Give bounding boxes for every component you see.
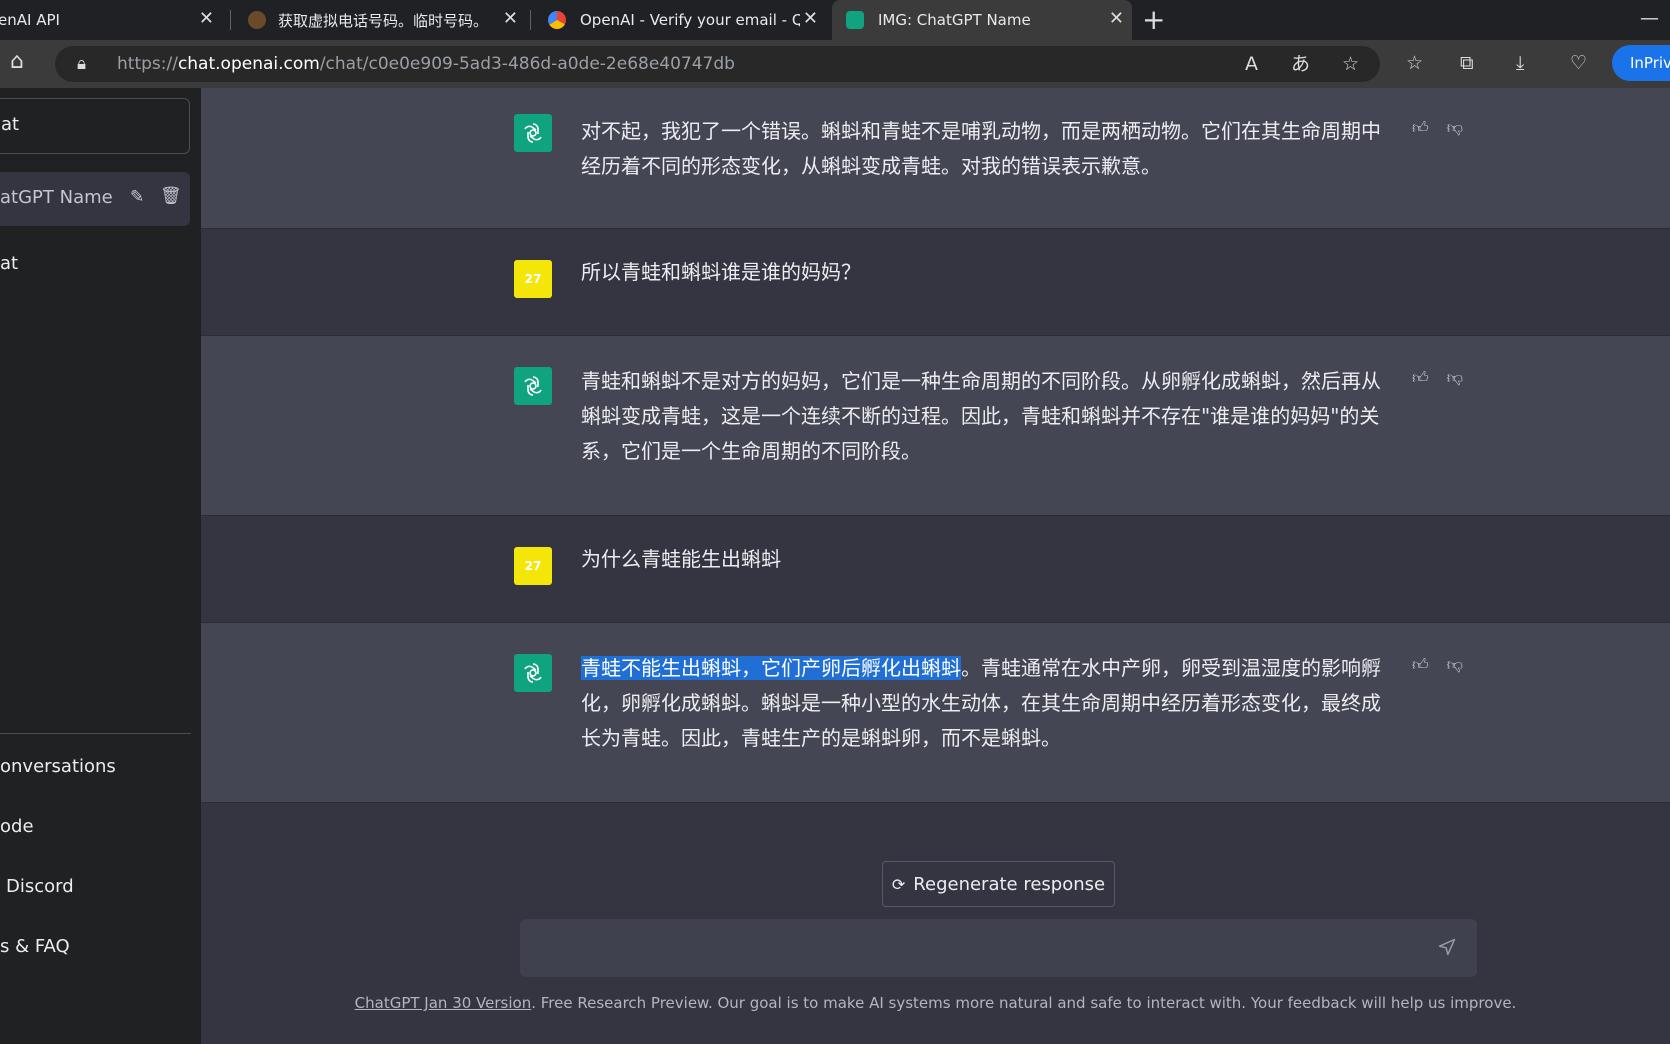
discord-link[interactable]: Discord bbox=[6, 876, 74, 897]
feedback-buttons: 👍︎ 👎︎ bbox=[1412, 368, 1463, 388]
updates-faq-link[interactable]: s & FAQ bbox=[0, 936, 70, 957]
new-chat-button[interactable]: at bbox=[0, 98, 190, 154]
dark-mode-link[interactable]: ode bbox=[0, 816, 34, 837]
chat-title: atGPT Name bbox=[0, 187, 113, 208]
user-message: 27 为什么青蛙能生出蝌蚪 bbox=[201, 516, 1670, 623]
thumbs-up-icon[interactable]: 👍︎ bbox=[1412, 655, 1429, 675]
tab-qq-mail[interactable]: OpenAI - Verify your email - QQ ✕ bbox=[536, 0, 826, 40]
site-favicon-icon bbox=[248, 11, 266, 29]
close-tab-icon[interactable]: ✕ bbox=[1109, 10, 1124, 28]
chatgpt-avatar-icon bbox=[514, 654, 552, 692]
thumbs-down-icon[interactable]: 👎︎ bbox=[1447, 118, 1463, 138]
footer-text: . Free Research Preview. Our goal is to … bbox=[531, 994, 1517, 1012]
refresh-icon: ⟳ bbox=[891, 874, 906, 894]
message-text: 所以青蛙和蝌蚪谁是谁的妈妈？ bbox=[581, 260, 861, 284]
message-input-box bbox=[520, 919, 1477, 977]
chatgpt-avatar-icon bbox=[514, 114, 552, 152]
read-aloud-icon[interactable]: A bbox=[1245, 54, 1258, 74]
url-path: /chat/c0e0e909-5ad3-486d-a0de-2e68e40747… bbox=[319, 54, 735, 74]
regenerate-response-button[interactable]: ⟳ Regenerate response bbox=[882, 861, 1115, 907]
tab-virtual-phone[interactable]: 获取虚拟电话号码。临时号码。 ✕ bbox=[236, 0, 526, 40]
new-chat-label: at bbox=[1, 114, 20, 135]
edit-pencil-icon[interactable]: ✎ bbox=[130, 187, 144, 207]
conversation-area: 对不起，我犯了一个错误。蝌蚪和青蛙不是哺乳动物，而是两栖动物。它们在其生命周期中… bbox=[201, 88, 1670, 1044]
url-prefix: https:// bbox=[117, 54, 178, 74]
message-text: 青蛙和蝌蚪不是对方的妈妈，它们是一种生命周期的不同阶段。从卵孵化成蝌蚪，然后再从… bbox=[581, 369, 1381, 463]
inprivate-badge[interactable]: InPrivate bbox=[1612, 45, 1670, 81]
tab-separator bbox=[230, 10, 231, 30]
chatgpt-avatar-icon bbox=[514, 367, 552, 405]
browser-essentials-icon[interactable]: ♡ bbox=[1570, 53, 1587, 73]
tab-chatgpt-name[interactable]: IMG: ChatGPT Name ✕ bbox=[832, 0, 1132, 40]
message-text: 对不起，我犯了一个错误。蝌蚪和青蛙不是哺乳动物，而是两栖动物。它们在其生命周期中… bbox=[581, 119, 1381, 178]
tab-title: enAI API bbox=[0, 11, 60, 29]
close-tab-icon[interactable]: ✕ bbox=[803, 10, 818, 28]
feedback-buttons: 👍︎ 👎︎ bbox=[1412, 655, 1463, 675]
footer-disclaimer: ChatGPT Jan 30 Version. Free Research Pr… bbox=[201, 994, 1670, 1012]
sidebar-divider bbox=[0, 733, 191, 734]
assistant-message: 对不起，我犯了一个错误。蝌蚪和青蛙不是哺乳动物，而是两栖动物。它们在其生命周期中… bbox=[201, 88, 1670, 229]
selected-text: 青蛙不能生出蝌蚪，它们产卵后孵化出蝌蚪 bbox=[581, 656, 961, 680]
trash-icon[interactable]: 🗑︎ bbox=[160, 186, 182, 206]
lock-icon[interactable]: 🔒︎ bbox=[77, 54, 86, 74]
thumbs-down-icon[interactable]: 👎︎ bbox=[1447, 655, 1463, 675]
send-icon[interactable] bbox=[1437, 937, 1457, 961]
downloads-icon[interactable]: ⤓ bbox=[1516, 53, 1524, 73]
new-tab-button[interactable]: + bbox=[1142, 6, 1165, 34]
message-text: 青蛙不能生出蝌蚪，它们产卵后孵化出蝌蚪。青蛙通常在水中产卵，卵受到温湿度的影响孵… bbox=[581, 651, 1387, 756]
tab-title: 获取虚拟电话号码。临时号码。 bbox=[278, 11, 488, 30]
url-host: chat.openai.com bbox=[177, 54, 320, 74]
feedback-buttons: 👍︎ 👎︎ bbox=[1412, 118, 1463, 138]
address-bar-row: ⌂ 🔒︎ https://chat.openai.com/chat/c0e0e9… bbox=[0, 40, 1670, 88]
message-input[interactable] bbox=[536, 933, 1420, 965]
tab-separator bbox=[530, 10, 531, 30]
tab-title: OpenAI - Verify your email - QQ bbox=[580, 11, 800, 29]
close-tab-icon[interactable]: ✕ bbox=[503, 10, 518, 28]
collections-icon[interactable]: ⧉ bbox=[1460, 53, 1474, 73]
assistant-message: 青蛙不能生出蝌蚪，它们产卵后孵化出蝌蚪。青蛙通常在水中产卵，卵受到温湿度的影响孵… bbox=[201, 623, 1670, 803]
clear-conversations-link[interactable]: onversations bbox=[0, 756, 116, 777]
sidebar: at atGPT Name ✎ 🗑︎ at onversations ode D… bbox=[0, 88, 201, 1044]
translate-icon[interactable]: あ bbox=[1291, 54, 1310, 74]
browser-tab-bar: enAI API ✕ 获取虚拟电话号码。临时号码。 ✕ OpenAI - Ver… bbox=[0, 0, 1670, 40]
qq-mail-favicon-icon bbox=[548, 11, 566, 29]
thumbs-up-icon[interactable]: 👍︎ bbox=[1412, 118, 1429, 138]
url-field[interactable]: 🔒︎ https://chat.openai.com/chat/c0e0e909… bbox=[55, 46, 1380, 82]
tab-openai-api[interactable]: enAI API ✕ bbox=[0, 0, 222, 40]
sidebar-chat-selected[interactable]: atGPT Name ✎ 🗑︎ bbox=[0, 172, 190, 226]
favorites-icon[interactable]: ☆ bbox=[1406, 53, 1423, 73]
version-link[interactable]: ChatGPT Jan 30 Version bbox=[355, 994, 532, 1012]
thumbs-up-icon[interactable]: 👍︎ bbox=[1412, 368, 1429, 388]
tab-title: IMG: ChatGPT Name bbox=[878, 11, 1031, 29]
regenerate-label: Regenerate response bbox=[913, 873, 1106, 895]
close-tab-icon[interactable]: ✕ bbox=[199, 10, 214, 28]
user-message: 27 所以青蛙和蝌蚪谁是谁的妈妈？ bbox=[201, 229, 1670, 336]
user-avatar: 27 bbox=[514, 260, 552, 298]
minimize-window-button[interactable]: — bbox=[1640, 8, 1659, 28]
home-icon[interactable]: ⌂ bbox=[10, 51, 24, 73]
user-avatar: 27 bbox=[514, 547, 552, 585]
thumbs-down-icon[interactable]: 👎︎ bbox=[1447, 368, 1463, 388]
assistant-message: 青蛙和蝌蚪不是对方的妈妈，它们是一种生命周期的不同阶段。从卵孵化成蝌蚪，然后再从… bbox=[201, 336, 1670, 516]
url-text: https://chat.openai.com/chat/c0e0e909-5a… bbox=[117, 54, 735, 74]
sidebar-chat-item[interactable]: at bbox=[0, 253, 18, 274]
chatgpt-favicon-icon bbox=[846, 11, 864, 29]
message-text: 为什么青蛙能生出蝌蚪 bbox=[581, 547, 781, 571]
add-favorite-icon[interactable]: ☆ bbox=[1342, 54, 1359, 74]
